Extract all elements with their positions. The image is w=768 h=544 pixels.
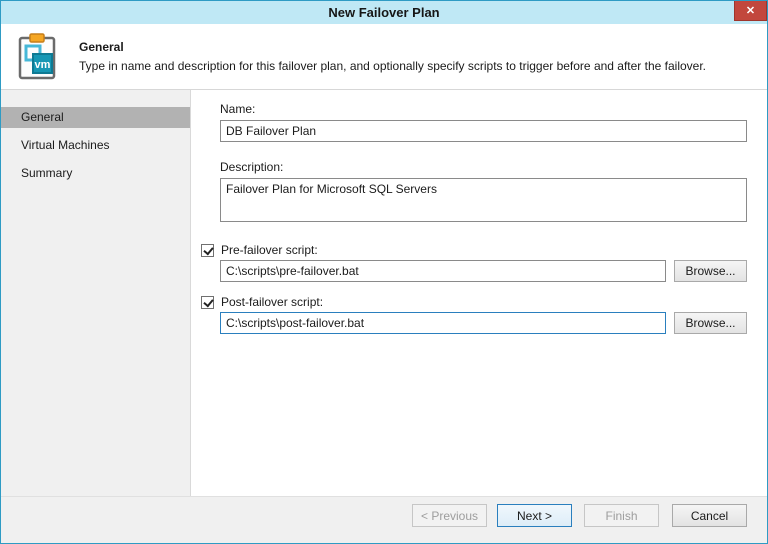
description-field-block: Description: Failover Plan for Microsoft…	[220, 160, 747, 225]
previous-button: < Previous	[412, 504, 487, 527]
wizard-header: vm General Type in name and description …	[1, 24, 767, 90]
header-text: General Type in name and description for…	[79, 40, 706, 73]
wizard-content: Name: Description: Failover Plan for Mic…	[191, 90, 767, 496]
name-field-block: Name:	[220, 102, 747, 142]
post-failover-script-input[interactable]	[220, 312, 666, 334]
post-failover-script-label[interactable]: Post-failover script:	[221, 295, 323, 309]
pre-failover-script-input-row: Browse...	[220, 260, 747, 282]
svg-text:vm: vm	[35, 59, 51, 71]
pre-browse-button[interactable]: Browse...	[674, 260, 747, 282]
finish-button: Finish	[584, 504, 659, 527]
pre-failover-script-input[interactable]	[220, 260, 666, 282]
pre-failover-script-row: Pre-failover script:	[201, 243, 747, 257]
name-label: Name:	[220, 102, 747, 116]
step-title: General	[79, 40, 706, 54]
step-description: Type in name and description for this fa…	[79, 59, 706, 73]
post-browse-button[interactable]: Browse...	[674, 312, 747, 334]
close-icon: ✕	[746, 4, 755, 17]
sidebar-item-general[interactable]: General	[1, 107, 190, 128]
wizard-footer: < Previous Next > Finish Cancel	[1, 496, 767, 543]
description-input[interactable]: Failover Plan for Microsoft SQL Servers	[220, 178, 747, 222]
close-button[interactable]: ✕	[734, 1, 767, 21]
new-failover-plan-dialog: New Failover Plan ✕ vm General Type in n…	[0, 0, 768, 544]
sidebar-item-summary[interactable]: Summary	[1, 163, 190, 184]
cancel-button[interactable]: Cancel	[672, 504, 747, 527]
pre-failover-script-label[interactable]: Pre-failover script:	[221, 243, 318, 257]
post-failover-script-input-row: Browse...	[220, 312, 747, 334]
next-button[interactable]: Next >	[497, 504, 572, 527]
post-failover-script-checkbox[interactable]	[201, 296, 214, 309]
window-title: New Failover Plan	[328, 5, 439, 20]
wizard-steps-sidebar: General Virtual Machines Summary	[1, 90, 191, 496]
failover-plan-icon: vm	[13, 32, 65, 82]
wizard-body: General Virtual Machines Summary Name: D…	[1, 90, 767, 496]
titlebar[interactable]: New Failover Plan ✕	[1, 1, 767, 24]
name-input[interactable]	[220, 120, 747, 142]
description-label: Description:	[220, 160, 747, 174]
sidebar-item-virtual-machines[interactable]: Virtual Machines	[1, 135, 190, 156]
post-failover-script-row: Post-failover script:	[201, 295, 747, 309]
pre-failover-script-checkbox[interactable]	[201, 244, 214, 257]
